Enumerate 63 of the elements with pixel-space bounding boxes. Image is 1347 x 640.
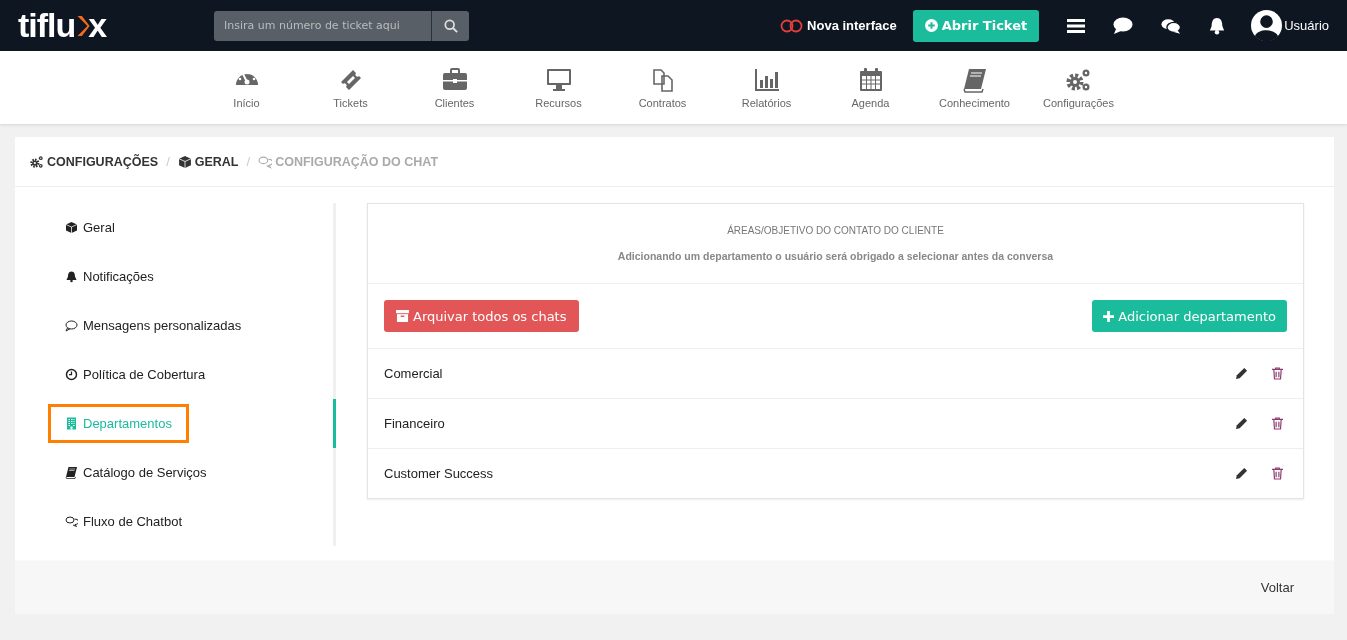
bar-chart-icon <box>753 66 780 93</box>
chat-bubbles-icon <box>258 154 273 169</box>
active-indicator <box>333 399 336 448</box>
calendar-icon <box>857 66 884 93</box>
cube-icon <box>177 154 192 169</box>
toggle-switch[interactable] <box>780 18 805 33</box>
pencil-icon[interactable] <box>1235 367 1248 380</box>
speech-bubble-icon <box>65 319 78 332</box>
breadcrumb-separator: / <box>246 154 251 169</box>
clock-icon <box>65 368 78 381</box>
logo: tiflu x <box>18 6 108 45</box>
search-field[interactable]: Insira um número de ticket aqui <box>214 10 431 41</box>
briefcase-icon <box>441 66 468 93</box>
trash-icon[interactable] <box>1272 467 1283 480</box>
cube-icon <box>65 221 78 234</box>
bell-icon[interactable] <box>1209 16 1226 35</box>
search-icon <box>443 18 458 33</box>
chat-bubbles-icon[interactable] <box>1161 17 1182 34</box>
panel-description: Adicionando um departamento o usuário será obrigado a selecionar antes da conversa <box>617 250 1054 262</box>
pencil-icon[interactable] <box>1235 417 1248 430</box>
speech-bubble-icon[interactable] <box>1113 17 1134 34</box>
pencil-icon[interactable] <box>1235 467 1248 480</box>
nav-item[interactable]: Agenda <box>818 66 923 109</box>
user-name[interactable]: Usuário <box>1284 18 1329 33</box>
trash-icon[interactable] <box>1272 367 1283 380</box>
department-name: Comercial <box>384 366 444 381</box>
sidebar-item[interactable]: Notificações <box>48 257 171 296</box>
nav-item[interactable]: Configurações <box>1026 66 1131 109</box>
sidebar-item[interactable]: Catálogo de Serviços <box>48 453 224 492</box>
nav-item[interactable]: Recursos <box>506 66 611 109</box>
department-name: Financeiro <box>384 416 446 431</box>
breadcrumb-link[interactable]: CONFIGURAÇÕES <box>30 154 159 169</box>
chat-bubbles-icon <box>65 515 78 528</box>
trash-icon[interactable] <box>1272 417 1283 430</box>
nav-item[interactable]: Clientes <box>402 66 507 109</box>
sidebar-item[interactable]: Fluxo de Chatbot <box>48 502 199 541</box>
breadcrumb-separator: / <box>166 154 170 169</box>
gears-icon <box>30 154 44 169</box>
sidebar-item[interactable]: Geral <box>48 208 132 247</box>
nav-item[interactable]: Conhecimento <box>922 66 1027 109</box>
search-button[interactable] <box>431 10 469 41</box>
menu-icon[interactable] <box>1067 17 1086 34</box>
breadcrumb-link[interactable]: GERAL <box>177 154 239 169</box>
plus-circle-icon <box>924 19 938 32</box>
back-link[interactable]: Voltar <box>1260 580 1294 595</box>
sidebar-item[interactable]: Política de Cobertura <box>48 355 223 394</box>
nav-item[interactable]: Contratos <box>610 66 715 109</box>
avatar-icon <box>1251 10 1283 41</box>
nav-item[interactable]: Início <box>194 66 299 109</box>
nav-item[interactable]: Relatórios <box>714 66 819 109</box>
archive-box-icon <box>396 310 409 322</box>
bell-icon <box>65 270 78 283</box>
nav-item[interactable]: Tickets <box>298 66 403 109</box>
building-icon <box>65 417 78 430</box>
plus-icon <box>1103 310 1115 322</box>
sidebar-item[interactable]: Mensagens personalizadas <box>48 306 259 345</box>
book-icon <box>65 466 78 479</box>
monitor-icon <box>545 66 572 93</box>
toggle-label: Nova interface <box>807 18 897 33</box>
panel-title: ÁREAS/OBJETIVO DO CONTATO DO CLIENTE <box>727 225 944 236</box>
department-name: Customer Success <box>384 466 495 481</box>
book-icon <box>961 66 988 93</box>
archive-button[interactable]: Arquivar todos os chats <box>384 300 579 332</box>
